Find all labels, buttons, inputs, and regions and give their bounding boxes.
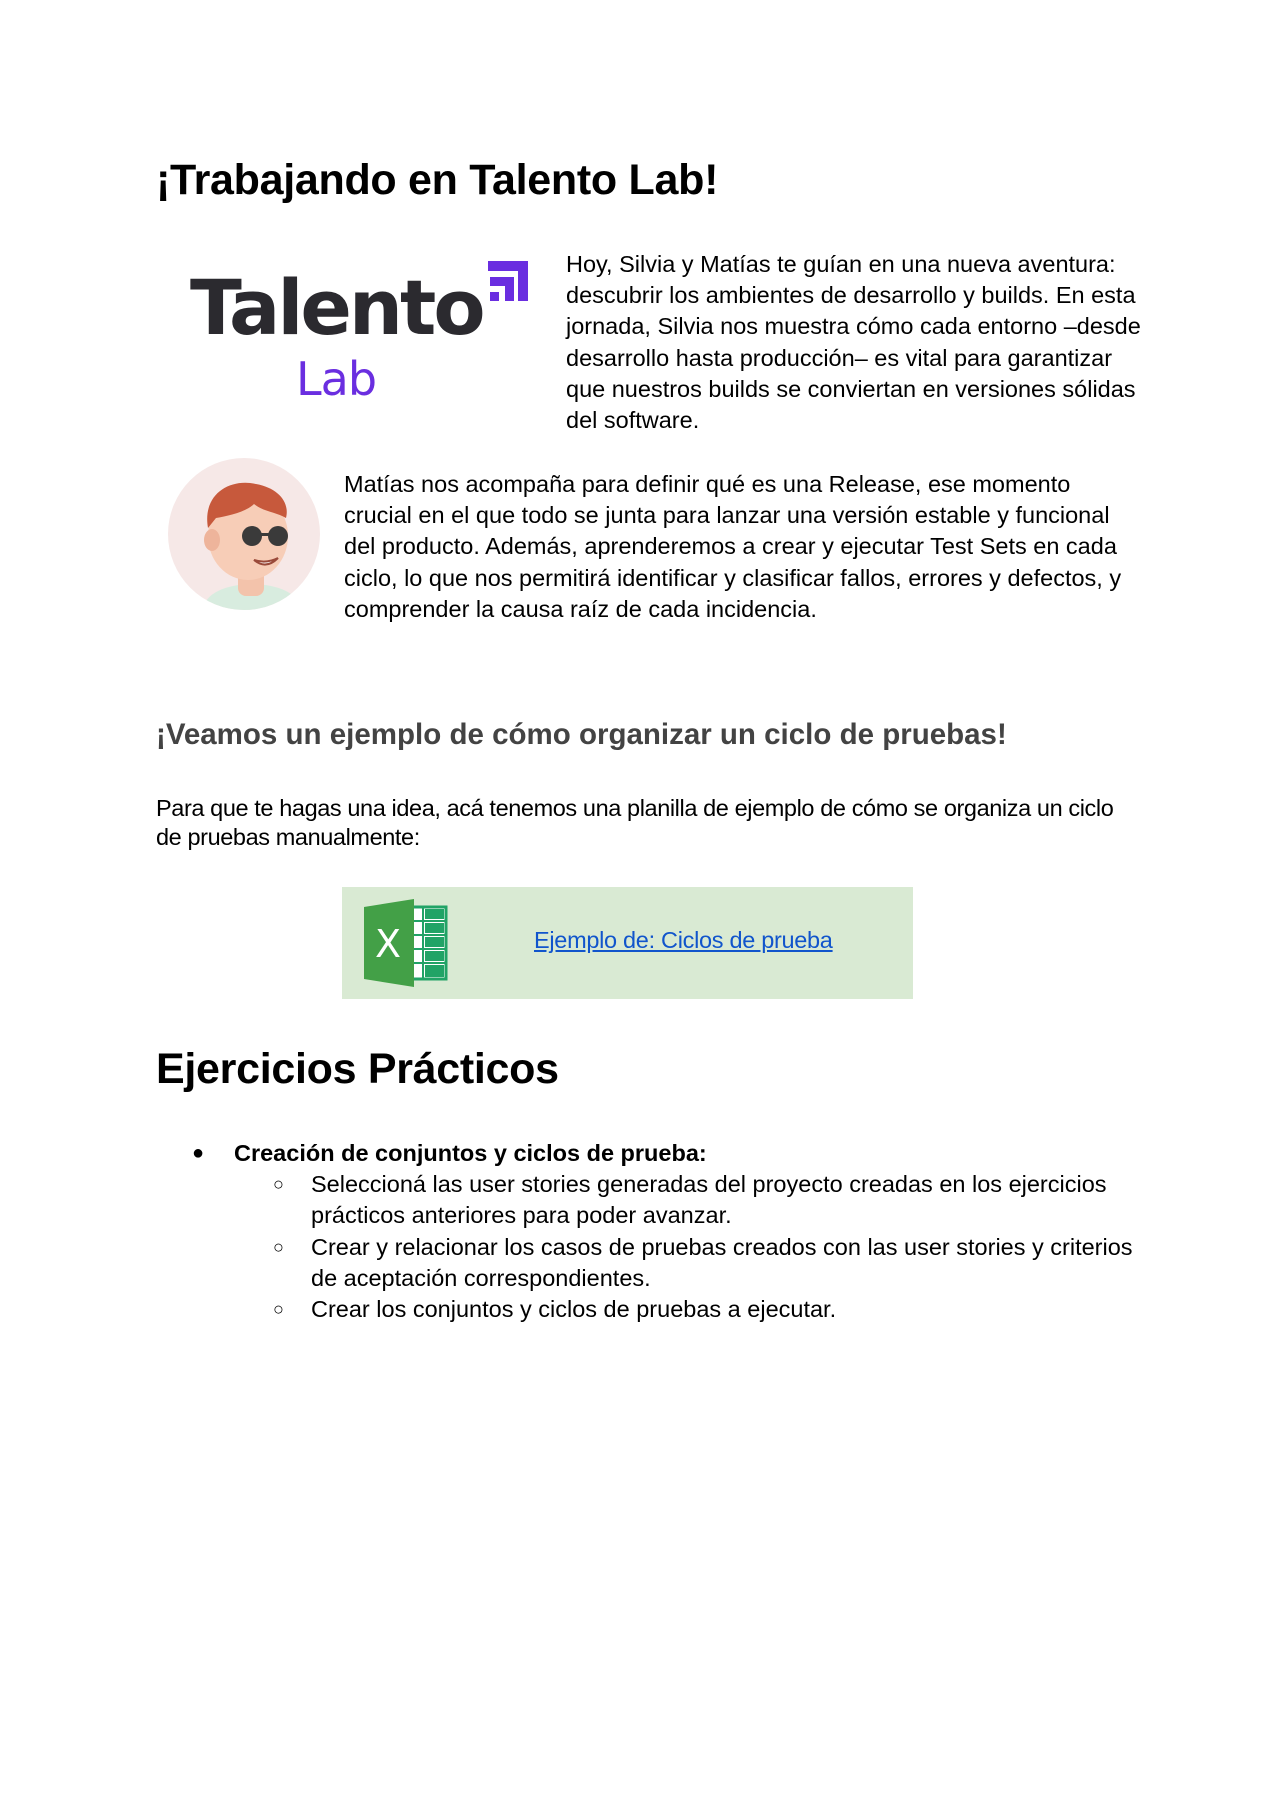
sub-list-item: ○ Crear y relacionar los casos de prueba… [156, 1232, 1156, 1294]
ciclos-de-prueba-link[interactable]: Ejemplo de: Ciclos de prueba [534, 925, 833, 955]
avatar-illustration-icon [168, 458, 320, 610]
release-paragraph: Matías nos acompaña para definir qué es … [344, 471, 1122, 622]
sub-list-item-text: Seleccioná las user stories generadas de… [311, 1171, 1107, 1229]
logo-sub: Lab [296, 352, 377, 406]
sub-list-item-text: Crear los conjuntos y ciclos de pruebas … [311, 1296, 837, 1323]
exercises-heading: Ejercicios Prácticos [156, 1045, 559, 1093]
page-title: ¡Trabajando en Talento Lab! [156, 156, 719, 204]
talento-lab-logo: Talento Lab [190, 255, 530, 415]
intro-paragraph: Hoy, Silvia y Matías te guían en una nue… [566, 251, 1141, 434]
logo-arrow-icon [488, 261, 528, 301]
document-page: ¡Trabajando en Talento Lab! Talento Lab … [0, 0, 1274, 1800]
example-paragraph: Para que te hagas una idea, acá tenemos … [156, 795, 1114, 850]
circle-bullet-icon: ○ [273, 1236, 284, 1257]
sub-list-item: ○ Crear los conjuntos y ciclos de prueba… [156, 1294, 1156, 1325]
example-link-box: X Ejemplo de: Ciclos de prueba [342, 887, 913, 999]
exercise-list: ● Creación de conjuntos y ciclos de prue… [156, 1138, 1156, 1325]
bullet-icon: ● [192, 1142, 205, 1164]
example-heading: ¡Veamos un ejemplo de cómo organizar un … [156, 718, 1007, 751]
sub-list-item: ○ Seleccioná las user stories generadas … [156, 1169, 1156, 1231]
circle-bullet-icon: ○ [273, 1174, 284, 1195]
list-item: ● Creación de conjuntos y ciclos de prue… [156, 1138, 1156, 1169]
circle-bullet-icon: ○ [273, 1299, 284, 1320]
excel-icon: X [364, 899, 448, 987]
svg-text:X: X [375, 922, 401, 966]
logo-word: Talento [190, 263, 486, 352]
list-item-label: Creación de conjuntos y ciclos de prueba… [234, 1140, 707, 1166]
sub-list-item-text: Crear y relacionar los casos de pruebas … [311, 1233, 1133, 1291]
